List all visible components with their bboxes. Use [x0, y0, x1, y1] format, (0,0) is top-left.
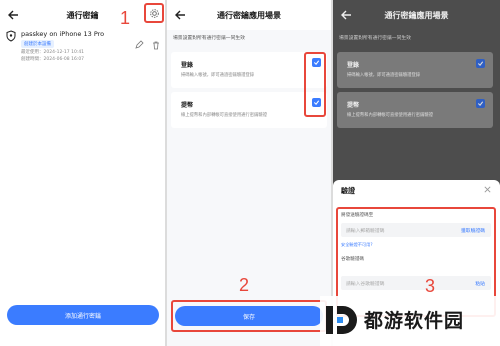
option-desc: 線上提幣和內部轉帳可直接使用通行密鑰驗證 — [181, 113, 267, 118]
header: 通行密鑰應用場景 — [333, 0, 500, 30]
google-placeholder: 請輸入谷歌驗證碼 — [346, 282, 385, 287]
gear-icon — [149, 8, 159, 18]
get-code-button[interactable]: 獲取驗證碼 — [461, 227, 485, 234]
last-used-text: 最近使用：2024-12-17 10:41 — [21, 50, 85, 55]
check-icon — [477, 101, 484, 107]
verification-screen: 通行密鑰應用場景 場景設置對所有通行密鑰一同生效 登錄 掃碼輸入帳號，即可通過密… — [333, 0, 500, 346]
scenario-description: 場景設置對所有通行密鑰一同生效 — [173, 36, 245, 41]
back-arrow-icon[interactable] — [339, 8, 353, 22]
step-number: 3 — [425, 276, 436, 296]
option-desc: 掃碼輸入帳號，即可通過密鑰驗證登錄 — [347, 73, 421, 78]
shield-key-icon — [6, 30, 16, 42]
passkey-list-screen: 通行密鑰 1 passkey on iPhone 13 Pro 創建於本設備 最… — [0, 0, 165, 346]
watermark: 都游软件园 — [320, 296, 500, 346]
settings-button[interactable] — [144, 3, 164, 23]
option-desc: 線上提幣和內部轉帳可直接使用通行密鑰驗證 — [347, 113, 433, 118]
back-arrow-icon[interactable] — [173, 8, 187, 22]
withdraw-checkbox — [476, 99, 485, 108]
email-code-input[interactable]: 請輸入郵箱驗證碼 獲取驗證碼 — [341, 223, 491, 237]
page-title: 通行密鑰應用場景 — [384, 10, 449, 20]
passkey-name: passkey on iPhone 13 Pro — [21, 30, 105, 38]
scenario-description: 場景設置對所有通行密鑰一同生效 — [339, 36, 411, 41]
option-title: 登錄 — [347, 62, 360, 69]
login-checkbox — [476, 59, 485, 68]
sheet-title: 驗證 — [341, 187, 355, 195]
back-arrow-icon[interactable] — [6, 8, 20, 22]
header: 通行密鑰 — [0, 0, 165, 30]
close-icon[interactable] — [483, 185, 492, 194]
email-label: 將發送驗證碼至 — [341, 213, 374, 218]
check-icon — [477, 61, 484, 67]
option-desc: 掃碼輸入帳號，即可通過密鑰驗證登錄 — [181, 73, 255, 78]
page-title: 通行密鑰應用場景 — [217, 10, 281, 20]
security-unavailable-link[interactable]: 安全驗證不可用? — [341, 242, 373, 248]
option-title: 提幣 — [347, 102, 360, 109]
login-checkbox[interactable] — [312, 58, 321, 67]
option-login: 登錄 掃碼輸入帳號，即可通過密鑰驗證登錄 — [337, 52, 493, 88]
trash-icon[interactable] — [151, 40, 161, 50]
page-title: 通行密鑰 — [66, 10, 99, 20]
add-passkey-button[interactable]: 添加通行密鑰 — [7, 305, 159, 325]
paste-button[interactable]: 粘貼 — [475, 280, 485, 287]
d-logo-icon — [326, 306, 357, 334]
save-button[interactable]: 保存 — [175, 306, 323, 326]
email-placeholder: 請輸入郵箱驗證碼 — [346, 229, 385, 234]
step-number: 1 — [120, 8, 131, 28]
watermark-text: 都游软件园 — [364, 310, 465, 332]
step-number: 2 — [239, 275, 250, 295]
check-icon — [313, 60, 320, 66]
header: 通行密鑰應用場景 — [167, 0, 331, 30]
created-text: 創建時間：2024-06-08 16:07 — [21, 57, 85, 62]
passkey-item[interactable]: passkey on iPhone 13 Pro 創建於本設備 最近使用：202… — [5, 30, 160, 68]
check-icon — [313, 100, 320, 106]
google-code-input[interactable]: 請輸入谷歌驗證碼 粘貼 — [341, 276, 491, 290]
google-label: 谷歌驗證碼 — [341, 257, 364, 262]
option-title: 提幣 — [181, 102, 194, 109]
option-title: 登錄 — [181, 62, 194, 69]
device-badge: 創建於本設備 — [21, 40, 54, 48]
withdraw-checkbox[interactable] — [312, 98, 321, 107]
edit-icon[interactable] — [134, 40, 144, 50]
option-withdraw: 提幣 線上提幣和內部轉帳可直接使用通行密鑰驗證 — [337, 92, 493, 128]
scenario-screen: 通行密鑰應用場景 場景設置對所有通行密鑰一同生效 登錄 掃碼輸入帳號，即可通過密… — [167, 0, 331, 346]
